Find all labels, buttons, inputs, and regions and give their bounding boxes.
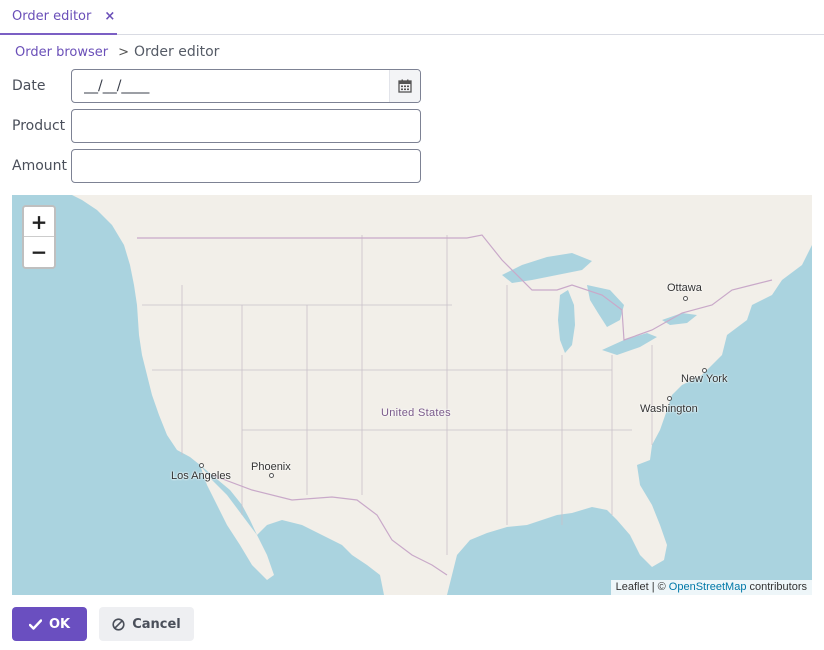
cancel-button[interactable]: Cancel: [99, 607, 194, 641]
product-field: [71, 109, 421, 143]
map-tiles: [12, 195, 812, 595]
city-dot-ottawa: [683, 296, 688, 301]
breadcrumb: Order browser > Order editor: [15, 44, 219, 60]
breadcrumb-link-order-browser[interactable]: Order browser: [15, 45, 108, 60]
map-label-washington: Washington: [640, 403, 698, 415]
zoom-in-button[interactable]: +: [24, 207, 54, 237]
map-view[interactable]: United States Ottawa New York Washington…: [12, 195, 812, 595]
amount-field: [71, 149, 421, 183]
city-dot-washington: [667, 396, 672, 401]
date-input[interactable]: [72, 70, 390, 102]
zoom-control: + −: [22, 205, 56, 269]
date-row: Date: [12, 69, 421, 103]
check-icon: [28, 618, 42, 630]
city-dot-new-york: [702, 368, 707, 373]
attribution-separator: | ©: [651, 581, 666, 593]
date-label: Date: [12, 78, 46, 94]
map-label-new-york: New York: [681, 373, 728, 385]
calendar-button[interactable]: [389, 70, 420, 102]
product-row: Product: [12, 109, 421, 143]
tab-order-editor[interactable]: Order editor ×: [0, 0, 117, 35]
product-input[interactable]: [72, 110, 420, 142]
city-dot-los-angeles: [199, 463, 204, 468]
close-icon[interactable]: ×: [104, 9, 115, 24]
map-label-united-states: United States: [381, 407, 451, 419]
map-label-phoenix: Phoenix: [251, 461, 291, 473]
amount-row: Amount: [12, 149, 421, 183]
amount-input[interactable]: [72, 150, 420, 182]
tab-label: Order editor: [12, 9, 92, 24]
breadcrumb-separator: >: [118, 44, 129, 60]
date-field: [71, 69, 421, 103]
zoom-out-button[interactable]: −: [24, 237, 54, 267]
map-attribution: Leaflet | © OpenStreetMap contributors: [610, 580, 812, 595]
leaflet-link[interactable]: Leaflet: [616, 581, 649, 593]
amount-label: Amount: [12, 158, 68, 174]
tab-bar: Order editor ×: [0, 0, 824, 35]
map-label-ottawa: Ottawa: [667, 282, 702, 294]
ok-button[interactable]: OK: [12, 607, 87, 641]
ban-icon: [112, 617, 125, 631]
city-dot-phoenix: [269, 473, 274, 478]
map-label-los-angeles: Los Angeles: [171, 470, 231, 482]
ok-button-label: OK: [48, 616, 71, 632]
cancel-button-label: Cancel: [132, 616, 181, 632]
attribution-contributors: contributors: [749, 581, 807, 593]
calendar-icon: [398, 79, 412, 93]
product-label: Product: [12, 118, 66, 134]
land-mass: [12, 195, 812, 595]
openstreetmap-link[interactable]: OpenStreetMap: [669, 581, 747, 593]
breadcrumb-current: Order editor: [134, 44, 220, 60]
